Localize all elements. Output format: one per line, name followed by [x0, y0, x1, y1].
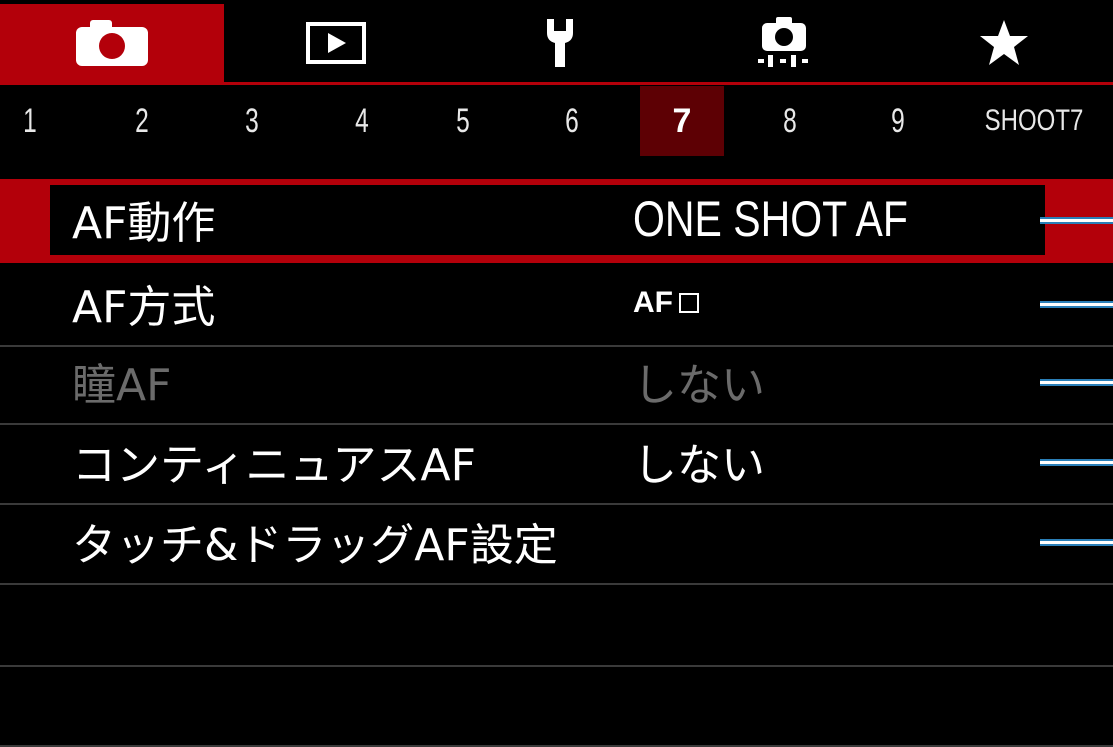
row-marker: [1040, 379, 1113, 386]
menu-item-label: タッチ&ドラッグAF設定: [72, 520, 558, 571]
star-icon: [980, 20, 1028, 65]
camera-icon: [76, 20, 148, 66]
page-number-row: 1 2 3 4 5 6 7 8 9 SHOOT7: [0, 86, 1113, 156]
page-1[interactable]: 1: [0, 86, 62, 156]
menu-empty-row: [0, 663, 1113, 747]
page-9[interactable]: 9: [866, 86, 929, 156]
tab-playback[interactable]: [224, 4, 448, 82]
tab-my-menu[interactable]: [892, 4, 1113, 82]
page-tag: SHOOT7: [984, 104, 1083, 137]
page-6[interactable]: 6: [540, 86, 603, 156]
page-7[interactable]: 7: [640, 86, 724, 156]
wrench-icon: [547, 19, 573, 67]
tab-shooting[interactable]: [0, 4, 224, 82]
menu-item-value: しない: [633, 440, 765, 491]
page-4[interactable]: 4: [330, 86, 393, 156]
menu-item-af-operation[interactable]: AF動作 ONE SHOT AF: [0, 179, 1113, 263]
menu-item-value: AF: [633, 263, 699, 343]
tab-custom-functions[interactable]: [672, 4, 896, 82]
menu-item-label: AF動作: [72, 198, 216, 249]
tab-underline: [0, 82, 1113, 85]
page-2[interactable]: 2: [110, 86, 173, 156]
menu-item-label: AF方式: [72, 282, 216, 333]
menu-item-continuous-af[interactable]: コンティニュアスAF しない: [0, 421, 1113, 505]
menu-list: AF動作 ONE SHOT AF AF方式 AF 瞳AF しない コンティニュア…: [0, 179, 1113, 747]
row-marker: [1040, 459, 1113, 466]
row-marker: [1040, 301, 1113, 308]
page-8[interactable]: 8: [758, 86, 821, 156]
page-5[interactable]: 5: [431, 86, 494, 156]
row-marker: [1040, 539, 1113, 546]
tab-setup[interactable]: [448, 4, 672, 82]
row-marker: [1040, 217, 1113, 224]
page-3[interactable]: 3: [220, 86, 283, 156]
menu-item-label: コンティニュアスAF: [72, 440, 476, 491]
menu-item-af-method[interactable]: AF方式 AF: [0, 263, 1113, 347]
menu-item-label: 瞳AF: [72, 360, 172, 411]
af-method-text: AF: [633, 286, 673, 319]
menu-item-value: ONE SHOT AF: [633, 191, 908, 247]
custom-function-icon: [758, 17, 808, 67]
menu-item-value: しない: [633, 360, 765, 411]
menu-empty-row: [0, 583, 1113, 667]
menu-item-eye-af[interactable]: 瞳AF しない: [0, 341, 1113, 425]
playback-icon: [306, 22, 366, 64]
menu-item-touch-drag-af[interactable]: タッチ&ドラッグAF設定: [0, 501, 1113, 585]
single-point-af-icon: [679, 293, 699, 313]
menu-tab-bar: [0, 0, 1113, 84]
